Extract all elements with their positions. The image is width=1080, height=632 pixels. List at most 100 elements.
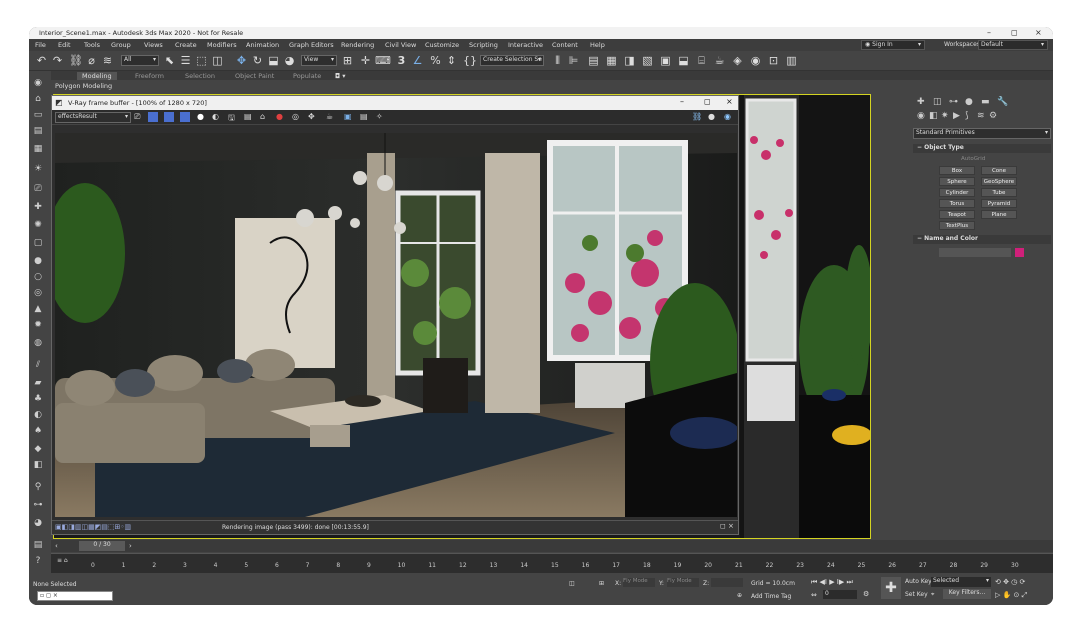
set-key-big-button[interactable]: ✚ [881, 577, 901, 599]
viewport-nav-icons-top[interactable]: ⟲ ✥ ◷ ⟳ [995, 578, 1025, 586]
bind-space-warp-icon[interactable]: ≋ [101, 54, 114, 67]
spacewarp-icon[interactable]: ✺ [32, 219, 44, 231]
red-channel-icon[interactable] [148, 112, 158, 122]
house-icon[interactable]: ⌂ [32, 93, 44, 105]
mirror-icon[interactable]: ⫴ [551, 54, 564, 67]
layer-explorer-icon[interactable]: ▤ [587, 54, 600, 67]
viewport-nav-icons-bottom[interactable]: ▷ ✋ ⊙ ⤢ [995, 591, 1027, 600]
isolate-icon[interactable]: ◫ [569, 580, 575, 587]
edit-named-selection-icon[interactable]: {} [463, 54, 477, 67]
time-slider[interactable]: ‹ 0 / 30 › [51, 540, 1053, 552]
rendered-frame-window-icon[interactable]: ⌸ [695, 54, 708, 67]
vray-icon[interactable]: ◉ [724, 112, 731, 121]
track-bar[interactable]: ≡ ⌂ 0 1 2 3 4 5 6 7 8 9 10 11 12 13 14 15 16 17 18 19 20 21 22… [51, 553, 1053, 573]
box-button[interactable]: Box [939, 166, 975, 175]
rock-icon[interactable]: ◆ [32, 443, 44, 455]
minimize-button[interactable]: – [987, 28, 991, 37]
layers-icon[interactable]: ▤ [32, 125, 44, 137]
clear-image-icon[interactable]: ⌂ [260, 112, 265, 121]
mono-icon[interactable]: ◐ [212, 112, 219, 121]
time-tag-icon[interactable]: ⊕ [737, 592, 742, 599]
menu-create[interactable]: Create [175, 41, 197, 49]
maximize-button[interactable]: ◻ [1011, 28, 1018, 37]
document-icon[interactable]: ▤ [32, 539, 44, 551]
track-mouse-icon[interactable]: ✥ [308, 112, 315, 121]
lens-effects-icon[interactable]: ✧ [376, 112, 383, 121]
light-icon[interactable]: ☀ [32, 163, 44, 175]
cone-icon[interactable]: ▲ [32, 303, 44, 315]
wall-icon[interactable]: ▰ [32, 377, 44, 389]
named-selection-dropdown[interactable]: Create Selection Se ▾ [480, 55, 544, 66]
menu-views[interactable]: Views [144, 41, 163, 49]
absolute-mode-icon[interactable]: ⊞ [599, 580, 604, 587]
eye-icon[interactable]: ◉ [32, 77, 44, 89]
menu-content[interactable]: Content [552, 41, 578, 49]
category-dropdown[interactable]: Standard Primitives ▾ [913, 128, 1051, 139]
undo-icon[interactable]: ↶ [35, 54, 48, 67]
key-filter-icon[interactable]: ⌖ [931, 591, 934, 599]
history-icon[interactable]: ▤ [360, 112, 368, 121]
menu-edit[interactable]: Edit [58, 41, 71, 49]
menu-tools[interactable]: Tools [84, 41, 100, 49]
spacewarps-icon[interactable]: ≋ [977, 111, 985, 121]
object-name-input[interactable] [939, 248, 1011, 257]
display-correction-icon[interactable]: ▣ [344, 112, 352, 121]
tab-freeform[interactable]: Freeform [135, 72, 164, 80]
menu-group[interactable]: Group [111, 41, 131, 49]
object-color-swatch[interactable] [1015, 248, 1024, 257]
autogrid-checkbox[interactable]: AutoGrid [961, 156, 985, 162]
auto-key-button[interactable]: Auto Key [905, 578, 932, 585]
shapes-icon[interactable]: ◧ [929, 111, 938, 121]
material-icon[interactable]: ◧ [32, 459, 44, 471]
alpha-channel-icon[interactable]: ● [197, 112, 204, 121]
render-region-icon[interactable]: ⊡ [767, 54, 780, 67]
camera-icon[interactable]: ⎚ [134, 112, 140, 122]
blue-channel-icon[interactable] [180, 112, 190, 122]
tab-object-paint[interactable]: Object Paint [235, 72, 274, 80]
close-button[interactable]: × [1035, 28, 1042, 37]
reference-coordinate-dropdown[interactable]: View ▾ [301, 55, 337, 66]
tree-icon[interactable]: ♣ [32, 393, 44, 405]
placement-icon[interactable]: ◕ [283, 54, 296, 67]
create-tab-icon[interactable]: ✚ [917, 97, 925, 107]
systems-icon[interactable]: ⚙ [989, 111, 997, 121]
pivot-center-icon[interactable]: ⊞ [341, 54, 354, 67]
rotate-icon[interactable]: ↻ [251, 54, 264, 67]
vfb-minimize-button[interactable]: – [680, 97, 684, 106]
torus-button[interactable]: Torus [939, 199, 975, 208]
scale-icon[interactable]: ⬓ [267, 54, 280, 67]
sphere-button[interactable]: Sphere [939, 177, 975, 186]
sphere-icon[interactable]: ● [708, 112, 715, 121]
hierarchy-tab-icon[interactable]: ⊶ [949, 97, 958, 107]
pyramid-button[interactable]: Pyramid [981, 199, 1017, 208]
workspaces-dropdown[interactable]: Default ▾ [978, 40, 1048, 50]
align-icon[interactable]: ⊫ [567, 54, 580, 67]
plane-icon[interactable]: ▭ [32, 109, 44, 121]
angle-snap-icon[interactable]: ∠ [411, 54, 424, 67]
menu-file[interactable]: File [35, 41, 46, 49]
save-image-icon[interactable]: 🖫 [228, 112, 235, 126]
menu-graph-editors[interactable]: Graph Editors [289, 41, 334, 49]
vray-frame-buffer-icon[interactable]: ▥ [785, 54, 798, 67]
select-by-name-icon[interactable]: ☰ [179, 54, 192, 67]
sign-in-dropdown[interactable]: ◉ Sign In ▾ [861, 40, 925, 50]
link-icon[interactable]: ⛓ [692, 112, 702, 121]
leaf-icon[interactable]: ♠ [32, 425, 44, 437]
vray-render-icon[interactable]: ◈ [731, 54, 744, 67]
load-image-icon[interactable]: ▤ [244, 112, 252, 121]
camera-icon[interactable]: ⎚ [32, 183, 44, 195]
menu-interactive[interactable]: Interactive [508, 41, 543, 49]
y-field[interactable]: Fly Mode [667, 578, 699, 587]
time-config-icon[interactable]: ⚙ [863, 590, 869, 598]
prev-frame-icon[interactable]: ‹ [55, 542, 58, 550]
manipulate-icon[interactable]: ✛ [359, 54, 372, 67]
key-mode-icon[interactable]: ⇔ [811, 591, 817, 599]
stop-render-icon[interactable]: ● [276, 112, 283, 121]
rectangular-selection-icon[interactable]: ⬚ [195, 54, 208, 67]
vfb-maximize-button[interactable]: ◻ [704, 97, 711, 106]
display-tab-icon[interactable]: ▬ [981, 97, 990, 107]
geosphere-button[interactable]: GeoSphere [981, 177, 1017, 186]
render-iterative-icon[interactable]: ◉ [749, 54, 762, 67]
region-render-icon[interactable]: ◎ [292, 112, 299, 121]
helper-icon[interactable]: ✚ [32, 201, 44, 213]
